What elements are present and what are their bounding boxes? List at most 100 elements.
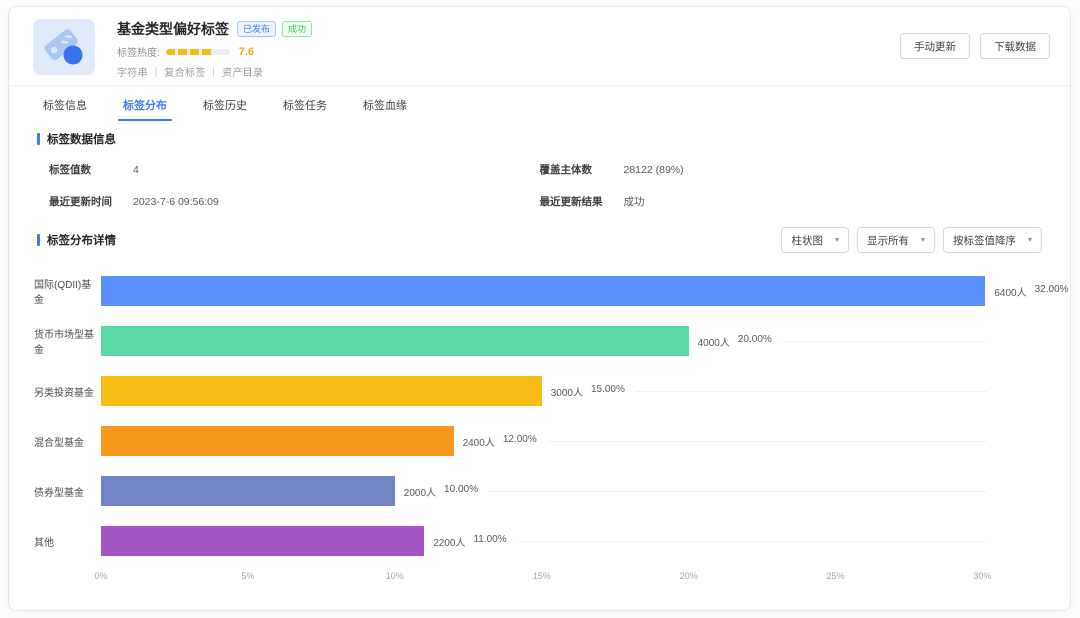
tab-tag-info[interactable]: 标签信息 bbox=[41, 86, 89, 121]
display-filter-select-value: 显示所有 bbox=[867, 233, 909, 248]
tabs: 标签信息标签分布标签历史标签任务标签血缘 bbox=[9, 86, 1070, 121]
bar-track: 2200人11.00% bbox=[101, 526, 1054, 556]
tag-icon bbox=[33, 19, 95, 75]
info-covered-subjects-label: 覆盖主体数 bbox=[540, 162, 624, 177]
category-label: 国际(QDII)基金 bbox=[34, 276, 101, 306]
value-percent: 15.00% bbox=[591, 384, 625, 399]
value-percent: 20.00% bbox=[738, 334, 772, 349]
x-tick: 20% bbox=[680, 571, 698, 581]
info-grid: 标签值数4覆盖主体数28122 (89%)最近更新时间2023-7-6 09:5… bbox=[37, 147, 1042, 215]
chart-row: 另类投资基金 3000人 15.00% bbox=[34, 366, 1054, 416]
bar-6[interactable] bbox=[101, 526, 424, 556]
info-tag-value-count-label: 标签值数 bbox=[49, 162, 133, 177]
tag-data-info-title: 标签数据信息 bbox=[47, 131, 116, 147]
bar-track: 4000人 20.00% bbox=[101, 326, 1054, 356]
chevron-down-icon: ▾ bbox=[1028, 236, 1032, 244]
chart-row: 债券型基金 2000人 10.00% bbox=[34, 466, 1054, 516]
bar-3[interactable] bbox=[101, 376, 542, 406]
bar-2[interactable] bbox=[101, 326, 689, 356]
category-label: 债券型基金 bbox=[34, 484, 101, 499]
info-last-update-result-label: 最近更新结果 bbox=[540, 194, 624, 209]
manual-update-button[interactable]: 手动更新 bbox=[900, 33, 970, 59]
section-marker bbox=[37, 234, 40, 246]
info-last-update-time-value: 2023-7-6 09:56:09 bbox=[133, 196, 219, 208]
bar-track: 2400人 12.00% bbox=[101, 426, 1054, 456]
value-people: 3000人 bbox=[551, 384, 583, 399]
chevron-down-icon: ▾ bbox=[835, 236, 839, 244]
info-last-update-result: 最近更新结果成功 bbox=[540, 194, 1031, 209]
chart-row: 国际(QDII)基金6400人32.00% bbox=[34, 266, 1054, 316]
leader-line bbox=[547, 441, 988, 442]
bar-track: 6400人32.00% bbox=[101, 276, 1054, 306]
info-last-update-time: 最近更新时间2023-7-6 09:56:09 bbox=[49, 194, 540, 209]
x-tick: 25% bbox=[827, 571, 845, 581]
heat-value: 7.6 bbox=[239, 46, 254, 58]
badge-group: 已发布成功 bbox=[237, 21, 312, 38]
sort-order-select[interactable]: 按标签值降序 ▾ bbox=[943, 227, 1042, 253]
bar-chart: 国际(QDII)基金6400人32.00%货币市场型基金4000人20.00%另… bbox=[34, 266, 1054, 584]
chart-row: 货币市场型基金 4000人 20.00% bbox=[34, 316, 1054, 366]
leader-line bbox=[517, 541, 988, 542]
status-badge-success: 成功 bbox=[282, 21, 312, 38]
value-percent: 32.00% bbox=[1035, 284, 1069, 299]
value-people: 6400人 bbox=[994, 284, 1026, 299]
category-label: 其他 bbox=[34, 534, 101, 549]
status-badge-published: 已发布 bbox=[237, 21, 276, 38]
bar-track: 3000人 15.00% bbox=[101, 376, 1054, 406]
tag-meta: 字符串 ｜ 复合标签 ｜ 资产目录 bbox=[117, 64, 900, 79]
bar-5[interactable] bbox=[101, 476, 395, 506]
distribution-section: 标签分布详情 柱状图▾显示所有▾按标签值降序▾ bbox=[9, 227, 1070, 253]
value-people: 4000人 bbox=[698, 334, 730, 349]
category-label: 货币市场型基金 bbox=[34, 326, 101, 356]
heat-progress-bar bbox=[166, 49, 230, 55]
heat-label: 标签热度: bbox=[117, 44, 160, 59]
chart-type-select-value: 柱状图 bbox=[791, 233, 823, 248]
leader-line bbox=[635, 391, 987, 392]
tag-detail-card: 基金类型偏好标签 已发布成功 标签热度: 7.6 字符串 ｜ 复合标签 ｜ 资产… bbox=[8, 6, 1071, 611]
tab-tag-lineage[interactable]: 标签血缘 bbox=[361, 86, 409, 121]
tab-tag-distribution[interactable]: 标签分布 bbox=[121, 86, 169, 121]
bar-1[interactable] bbox=[101, 276, 985, 306]
value-percent: 12.00% bbox=[503, 434, 537, 449]
x-tick: 0% bbox=[94, 571, 107, 581]
value-label: 3000人 15.00% bbox=[551, 384, 625, 399]
value-label: 6400人 32.00% bbox=[994, 284, 1068, 299]
sort-order-select-value: 按标签值降序 bbox=[953, 233, 1016, 248]
chevron-down-icon: ▾ bbox=[921, 236, 925, 244]
x-axis: 0%5%10%15%20%25%30% bbox=[101, 566, 1054, 584]
tab-tag-tasks[interactable]: 标签任务 bbox=[281, 86, 329, 121]
section-marker bbox=[37, 133, 40, 145]
value-label: 2000人 10.00% bbox=[404, 484, 478, 499]
chart-controls: 柱状图 ▾ 显示所有 ▾ 按标签值降序 ▾ bbox=[781, 227, 1042, 253]
bar-track: 2000人 10.00% bbox=[101, 476, 1054, 506]
value-people: 2400人 bbox=[463, 434, 495, 449]
x-tick: 15% bbox=[533, 571, 551, 581]
leader-line bbox=[488, 491, 987, 492]
chart-row: 混合型基金 2400人 12.00% bbox=[34, 416, 1054, 466]
header-actions: 手动更新下载数据 bbox=[900, 33, 1050, 79]
info-tag-value-count: 标签值数4 bbox=[49, 162, 540, 177]
page-title: 基金类型偏好标签 bbox=[117, 19, 229, 39]
value-percent: 10.00% bbox=[444, 484, 478, 499]
display-filter-select[interactable]: 显示所有 ▾ bbox=[857, 227, 935, 253]
x-tick: 30% bbox=[973, 571, 991, 581]
chart-row: 其他 2200人11.00% bbox=[34, 516, 1054, 566]
download-data-button[interactable]: 下载数据 bbox=[980, 33, 1050, 59]
info-covered-subjects: 覆盖主体数28122 (89%) bbox=[540, 162, 1031, 177]
category-label: 另类投资基金 bbox=[34, 384, 101, 399]
heat-progress-fill bbox=[166, 49, 215, 55]
value-people: 2000人 bbox=[404, 484, 436, 499]
category-label: 混合型基金 bbox=[34, 434, 101, 449]
header-info: 基金类型偏好标签 已发布成功 标签热度: 7.6 字符串 ｜ 复合标签 ｜ 资产… bbox=[117, 19, 900, 79]
tag-data-info-section: 标签数据信息 标签值数4覆盖主体数28122 (89%)最近更新时间2023-7… bbox=[9, 131, 1070, 215]
bar-4[interactable] bbox=[101, 426, 454, 456]
tab-tag-history[interactable]: 标签历史 bbox=[201, 86, 249, 121]
value-label: 2200人11.00% bbox=[433, 534, 506, 549]
info-last-update-result-value: 成功 bbox=[624, 194, 645, 209]
info-covered-subjects-value: 28122 (89%) bbox=[624, 164, 684, 176]
x-tick: 10% bbox=[386, 571, 404, 581]
chart-type-select[interactable]: 柱状图 ▾ bbox=[781, 227, 849, 253]
info-tag-value-count-value: 4 bbox=[133, 164, 139, 176]
value-people: 2200人 bbox=[433, 534, 465, 549]
header: 基金类型偏好标签 已发布成功 标签热度: 7.6 字符串 ｜ 复合标签 ｜ 资产… bbox=[9, 7, 1070, 79]
